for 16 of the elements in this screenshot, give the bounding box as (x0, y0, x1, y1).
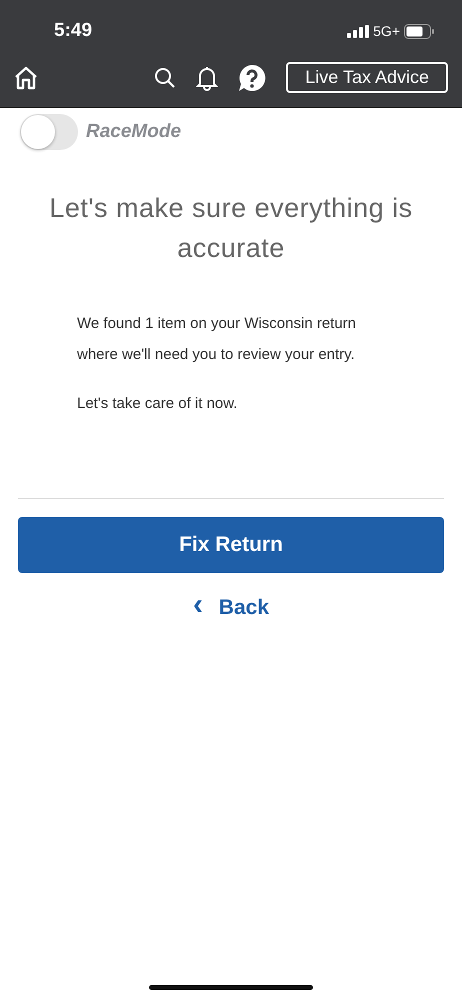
bell-icon[interactable] (196, 64, 218, 90)
fix-return-button[interactable]: Fix Return (18, 517, 444, 573)
status-time: 5:49 (54, 20, 92, 42)
search-icon[interactable] (154, 66, 176, 88)
signal-icon (347, 24, 370, 38)
battery-icon (404, 24, 434, 38)
message-text: We found 1 item on your Wisconsin return where we'll need you to review your entry. (77, 314, 358, 365)
race-mode-toggle[interactable] (20, 114, 78, 150)
live-tax-advice-button[interactable]: Live Tax Advice (286, 62, 448, 93)
help-icon[interactable] (238, 64, 266, 92)
home-icon[interactable] (13, 64, 39, 90)
page-heading: Let's make sure everything is accurate (48, 192, 414, 265)
race-mode-label: RaceMode (86, 121, 182, 143)
message-text: Let's take care of it now. (77, 394, 238, 414)
network-label: 5G+ (373, 23, 400, 39)
back-link[interactable]: ‹ Back (186, 587, 276, 623)
